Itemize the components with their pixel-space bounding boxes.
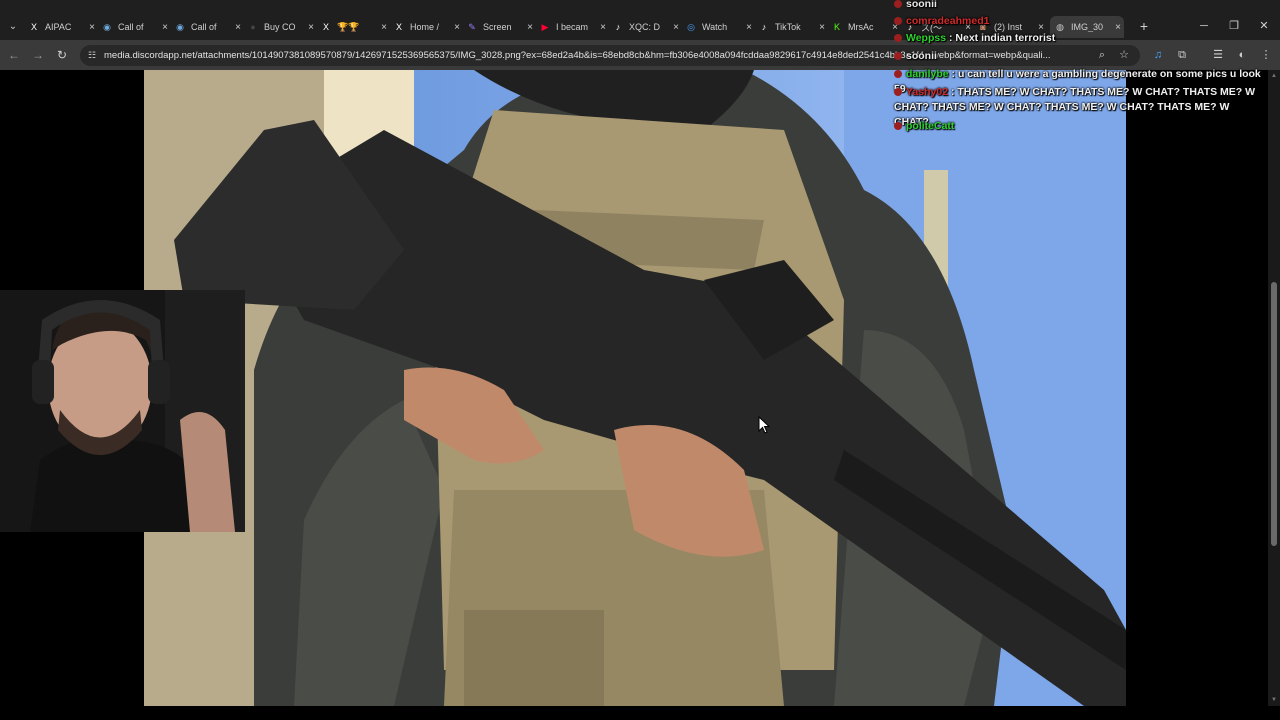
tab-4[interactable]: X 🏆🏆 × <box>320 18 390 36</box>
tab-0[interactable]: X AIPAC × <box>28 18 98 36</box>
displayed-image <box>144 70 1126 706</box>
tab-title: Call of <box>191 22 217 32</box>
tab-title: Buy CO <box>264 22 296 32</box>
steam-icon: ◉ <box>103 21 111 32</box>
photo-illustration <box>144 70 1126 706</box>
tab-10[interactable]: ♪ TikTok × <box>758 18 828 36</box>
chat-badge-icon <box>894 70 902 79</box>
x-logo-icon: X <box>395 22 402 32</box>
chat-message: soonii <box>894 0 1266 12</box>
chat-message: comradeahmed1 <box>894 14 1266 29</box>
pen-icon: ✎ <box>468 21 476 32</box>
tab-2[interactable]: ◉ Call of × <box>174 18 244 36</box>
chat-username: Yashy02 <box>906 86 949 98</box>
x-logo-icon: X <box>30 22 37 32</box>
tab-1[interactable]: ◉ Call of × <box>101 18 171 36</box>
tab-close-icon[interactable]: × <box>816 22 828 33</box>
chat-username: Weppss <box>906 32 947 44</box>
tab-title: Watch <box>702 22 728 32</box>
chat-username: soonii <box>906 50 937 62</box>
webcam-illustration <box>0 290 245 532</box>
scrollbar-thumb[interactable] <box>1271 282 1277 546</box>
chat-text: Next indian terrorist <box>955 32 1056 44</box>
tab-7[interactable]: ▶ I becam × <box>539 18 609 36</box>
tab-6[interactable]: ✎ Screen × <box>466 18 536 36</box>
chat-badge-icon <box>894 88 902 97</box>
back-button[interactable]: ← <box>6 47 22 63</box>
chat-separator: : <box>948 86 958 98</box>
site-info-icon[interactable]: ☷ <box>86 49 98 61</box>
tab-title: Home / <box>410 22 440 32</box>
x-logo-icon: X <box>322 22 329 32</box>
tiktok-icon: ♪ <box>615 22 621 32</box>
chat-message: politeCatt <box>894 119 1266 134</box>
tab-title: MrsAc <box>848 22 874 32</box>
tab-title: AIPAC <box>45 22 72 32</box>
kick-icon: K <box>833 22 840 32</box>
tab-title: TikTok <box>775 22 801 32</box>
tab-close-icon[interactable]: × <box>597 22 609 33</box>
tab-search-button[interactable]: ⌄ <box>4 18 22 36</box>
chat-message: Weppss : Next indian terrorist <box>894 31 1266 46</box>
chat-badge-icon <box>894 17 902 26</box>
chat-badge-icon <box>894 52 902 61</box>
tab-9[interactable]: ◎ Watch × <box>685 18 755 36</box>
streamer-webcam <box>0 290 245 532</box>
chat-message: soonii <box>894 49 1266 64</box>
tab-3[interactable]: ● Buy CO × <box>247 18 317 36</box>
tab-close-icon[interactable]: × <box>378 22 390 33</box>
tiktok-icon: ♪ <box>761 22 767 32</box>
youtube-icon: ▶ <box>541 21 549 32</box>
tab-11[interactable]: K MrsAc × <box>831 18 901 36</box>
tab-title: XQC: D <box>629 22 661 32</box>
tab-close-icon[interactable]: × <box>524 22 536 33</box>
chat-username: comradeahmed1 <box>906 15 990 27</box>
chat-username: soonii <box>906 0 937 10</box>
tab-close-icon[interactable]: × <box>86 22 98 33</box>
tab-close-icon[interactable]: × <box>232 22 244 33</box>
tab-title: Call of <box>118 22 144 32</box>
chat-username: politeCatt <box>906 120 955 132</box>
tab-5[interactable]: X Home / × <box>393 18 463 36</box>
tab-close-icon[interactable]: × <box>159 22 171 33</box>
tab-8[interactable]: ♪ XQC: D × <box>612 18 682 36</box>
steam-icon: ◉ <box>176 21 184 32</box>
globe-icon: ◎ <box>687 21 695 32</box>
tab-title: Screen <box>483 22 512 32</box>
steam-icon: ● <box>250 22 256 32</box>
tab-close-icon[interactable]: × <box>743 22 755 33</box>
chat-separator: : <box>948 68 958 80</box>
chat-badge-icon <box>894 0 902 9</box>
mouse-cursor-icon <box>758 416 770 434</box>
tab-title: 🏆🏆 <box>337 21 360 32</box>
scroll-down-arrow-icon[interactable]: ▼ <box>1270 696 1278 704</box>
chat-badge-icon <box>894 34 902 43</box>
forward-button[interactable]: → <box>30 47 46 63</box>
scroll-up-arrow-icon[interactable]: ▲ <box>1270 72 1278 80</box>
chat-badge-icon <box>894 122 902 131</box>
tab-close-icon[interactable]: × <box>451 22 463 33</box>
reload-button[interactable]: ↻ <box>54 47 70 63</box>
tab-close-icon[interactable]: × <box>305 22 317 33</box>
chat-username: danilybe <box>906 68 949 80</box>
tab-close-icon[interactable]: × <box>670 22 682 33</box>
tab-title: I becam <box>556 22 589 32</box>
